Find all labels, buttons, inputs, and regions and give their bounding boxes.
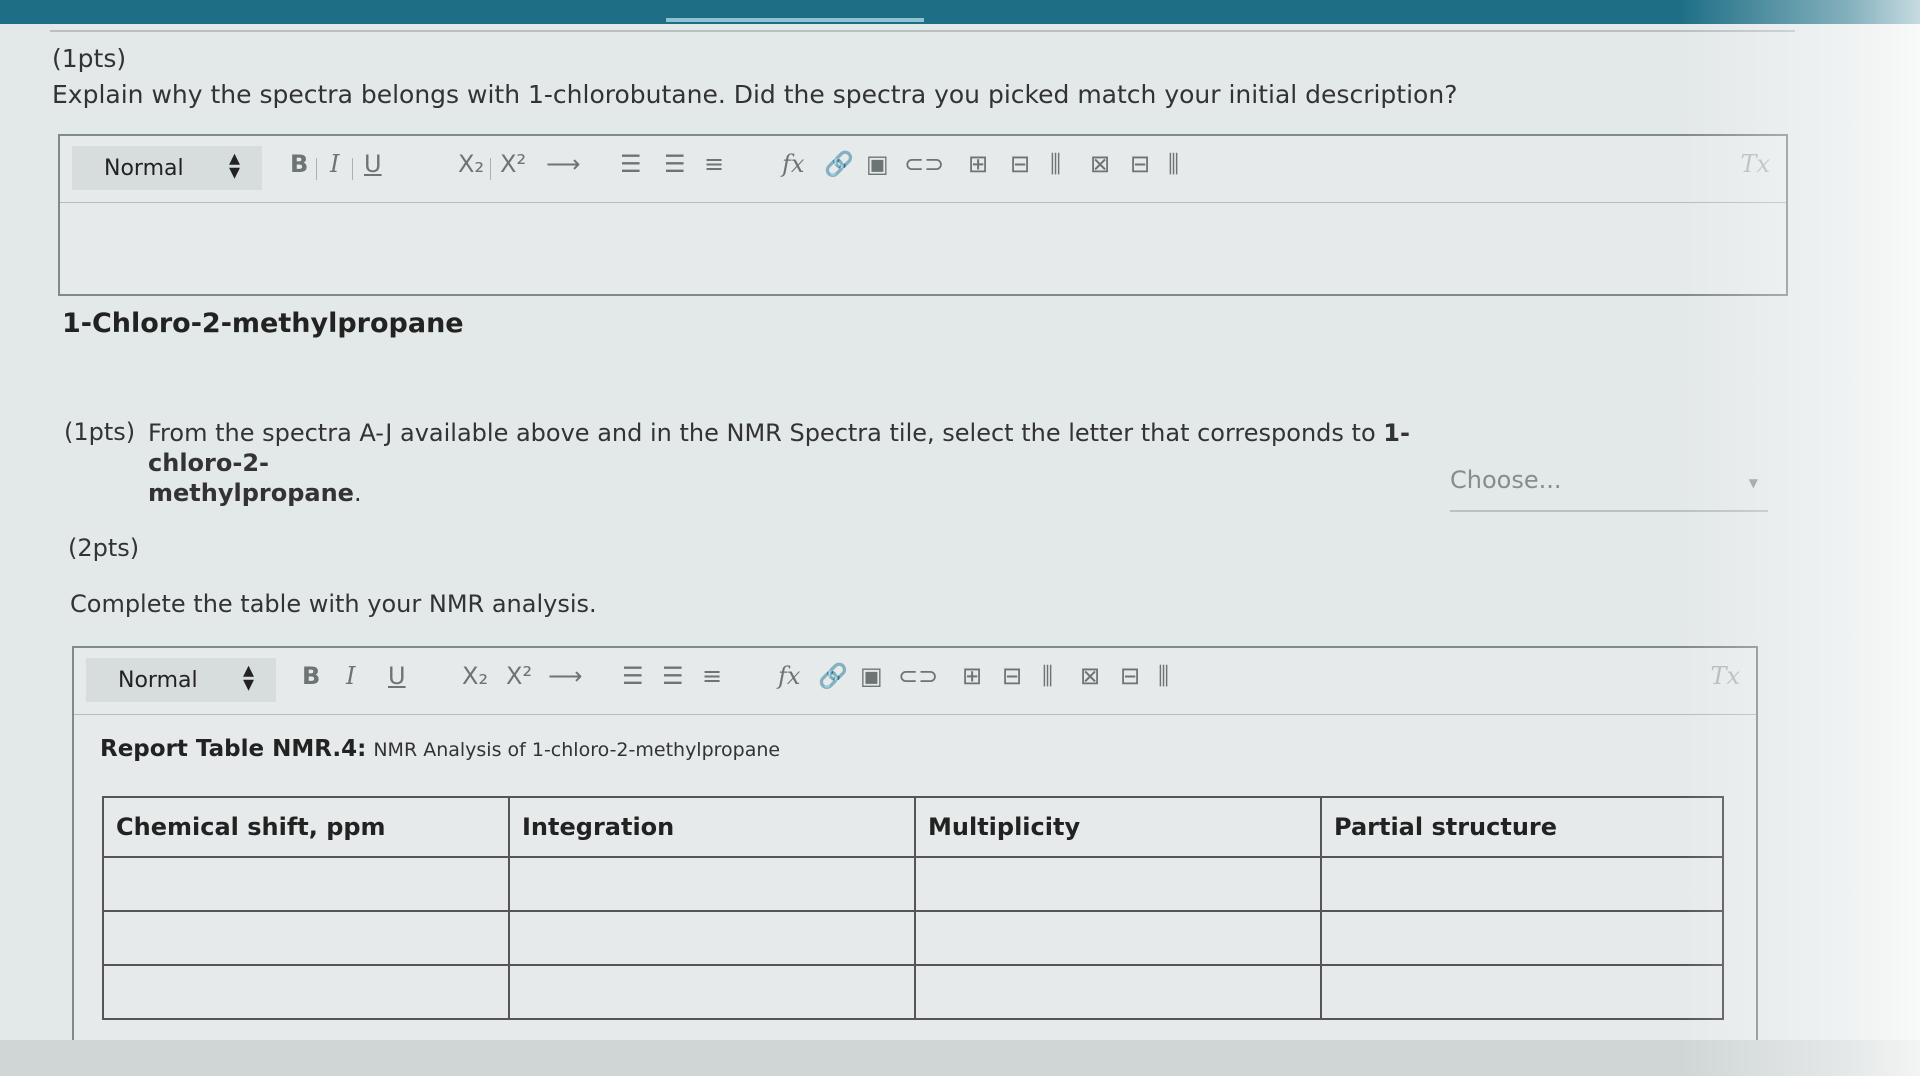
formula-icon[interactable]: fx	[782, 150, 804, 178]
table-row	[102, 910, 1724, 966]
delete-row-icon[interactable]: ⊟	[1120, 662, 1140, 690]
image-icon[interactable]: ▣	[860, 662, 883, 690]
q2-compound-part2: methylpropane	[148, 479, 354, 507]
table-cell[interactable]	[508, 910, 916, 966]
delete-column-icon[interactable]: ⫼	[1158, 662, 1169, 690]
header-integration: Integration	[508, 796, 916, 858]
superscript-button[interactable]: X²	[506, 662, 532, 690]
table-cell[interactable]	[914, 910, 1322, 966]
subscript-button[interactable]: X₂	[458, 150, 484, 178]
q3-question-text: Complete the table with your NMR analysi…	[70, 590, 597, 618]
merge-cells-icon[interactable]: ⊠	[1090, 150, 1110, 178]
q1-question-text: Explain why the spectra belongs with 1-c…	[52, 80, 1458, 109]
table-caption: Report Table NMR.4: NMR Analysis of 1-ch…	[100, 736, 780, 762]
toolbar-separator	[490, 158, 491, 180]
underline-button[interactable]: U	[388, 662, 406, 690]
q2-points: (1pts)	[64, 418, 136, 446]
header-partial-structure: Partial structure	[1320, 796, 1724, 858]
insert-column-icon[interactable]: ⫼	[1042, 662, 1053, 690]
table-cell[interactable]	[1320, 910, 1724, 966]
bold-button[interactable]: B	[290, 150, 308, 178]
active-tab-indicator[interactable]	[666, 18, 924, 22]
ordered-list-icon[interactable]: ☰	[622, 662, 644, 690]
screen-bottom-edge	[0, 1040, 1920, 1076]
toolbar-separator	[352, 158, 353, 180]
insert-row-icon[interactable]: ⊟	[1002, 662, 1022, 690]
format-select[interactable]: Normal ▴ ▾	[86, 658, 276, 702]
arrow-button[interactable]: ⟶	[546, 150, 580, 178]
bold-button[interactable]: B	[302, 662, 320, 690]
delete-column-icon[interactable]: ⫼	[1168, 150, 1179, 178]
table-cell[interactable]	[508, 964, 916, 1020]
table-cell[interactable]	[914, 964, 1322, 1020]
q2-period: .	[353, 479, 362, 507]
nmr-analysis-table[interactable]: Chemical shift, ppm Integration Multipli…	[102, 796, 1724, 1020]
q3-points: (2pts)	[68, 534, 140, 562]
section-title: 1-Chloro-2-methylpropane	[62, 308, 464, 339]
table-caption-description: NMR Analysis of 1-chloro-2-methylpropane	[373, 739, 781, 761]
answer-editor-1[interactable]: Normal ▴ ▾ B I U X₂ X² ⟶ ☰ ☰ ≡ fx 🔗 ▣ ⊂⊃ …	[58, 134, 1788, 296]
select-arrows-icon: ▴ ▾	[228, 146, 240, 185]
browser-top-bar	[0, 0, 1920, 24]
align-icon[interactable]: ≡	[704, 150, 724, 178]
bullet-list-icon[interactable]: ☰	[662, 662, 684, 690]
table-cell[interactable]	[914, 856, 1322, 912]
attachment-icon[interactable]: ⊂⊃	[898, 662, 938, 690]
divider	[50, 30, 1795, 32]
insert-row-icon[interactable]: ⊟	[1010, 150, 1030, 178]
format-select[interactable]: Normal ▴ ▾	[72, 146, 262, 190]
editor-toolbar: Normal ▴ ▾ B I U X₂ X² ⟶ ☰ ☰ ≡ fx 🔗 ▣ ⊂⊃ …	[60, 136, 1786, 203]
image-icon[interactable]: ▣	[866, 150, 889, 178]
table-icon[interactable]: ⊞	[962, 662, 982, 690]
italic-button[interactable]: I	[346, 662, 355, 690]
header-chemical-shift: Chemical shift, ppm	[102, 796, 510, 858]
table-cell[interactable]	[508, 856, 916, 912]
table-row	[102, 856, 1724, 912]
italic-button[interactable]: I	[330, 150, 339, 178]
screen-glare	[1680, 0, 1920, 1076]
table-cell[interactable]	[102, 856, 510, 912]
q2-question-text: From the spectra A-J available above and…	[148, 418, 1418, 508]
header-multiplicity: Multiplicity	[914, 796, 1322, 858]
table-cell[interactable]	[1320, 856, 1724, 912]
align-icon[interactable]: ≡	[702, 662, 722, 690]
superscript-button[interactable]: X²	[500, 150, 526, 178]
formula-icon[interactable]: fx	[778, 662, 800, 690]
format-select-label: Normal	[118, 668, 198, 693]
underline-button[interactable]: U	[364, 150, 382, 178]
table-cell[interactable]	[102, 910, 510, 966]
ordered-list-icon[interactable]: ☰	[620, 150, 642, 178]
table-icon[interactable]: ⊞	[968, 150, 988, 178]
editor-toolbar: Normal ▴ ▾ B I U X₂ X² ⟶ ☰ ☰ ≡ fx 🔗 ▣ ⊂⊃ …	[74, 648, 1756, 715]
insert-column-icon[interactable]: ⫼	[1050, 150, 1061, 178]
select-arrows-icon: ▴ ▾	[242, 658, 254, 697]
bullet-list-icon[interactable]: ☰	[664, 150, 686, 178]
arrow-button[interactable]: ⟶	[548, 662, 582, 690]
spectrum-select-placeholder: Choose...	[1450, 466, 1562, 494]
subscript-button[interactable]: X₂	[462, 662, 488, 690]
table-cell[interactable]	[102, 964, 510, 1020]
table-row	[102, 964, 1724, 1020]
attachment-icon[interactable]: ⊂⊃	[904, 150, 944, 178]
toolbar-separator	[316, 158, 317, 180]
merge-cells-icon[interactable]: ⊠	[1080, 662, 1100, 690]
q1-points: (1pts)	[52, 44, 127, 73]
table-cell[interactable]	[1320, 964, 1724, 1020]
q2-text: From the spectra A-J available above and…	[148, 419, 1376, 447]
link-icon[interactable]: 🔗	[818, 662, 848, 690]
delete-row-icon[interactable]: ⊟	[1130, 150, 1150, 178]
link-icon[interactable]: 🔗	[824, 150, 854, 178]
format-select-label: Normal	[104, 156, 184, 181]
table-caption-title: Report Table NMR.4:	[100, 736, 367, 762]
table-header-row: Chemical shift, ppm Integration Multipli…	[102, 796, 1724, 858]
